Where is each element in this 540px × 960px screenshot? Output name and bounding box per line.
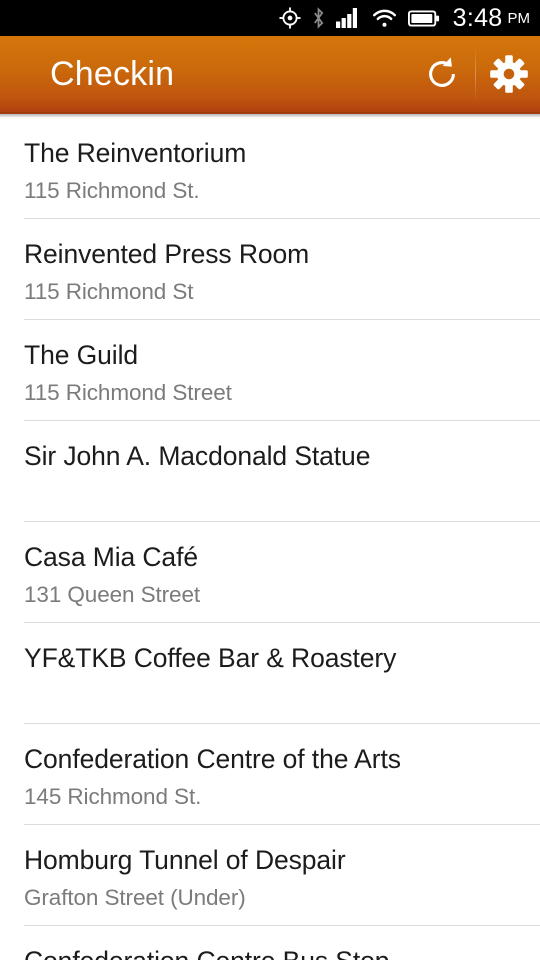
list-item-subtitle bbox=[24, 685, 526, 707]
list-item-subtitle: Grafton Street (Under) bbox=[24, 884, 246, 910]
refresh-button[interactable] bbox=[411, 35, 473, 113]
list-item-title: Confederation Centre Bus Stop bbox=[24, 948, 526, 960]
status-bar-icons bbox=[279, 7, 440, 29]
cellular-signal-icon bbox=[335, 8, 357, 28]
list-item-subtitle: 115 Richmond Street bbox=[24, 379, 232, 405]
refresh-icon bbox=[429, 57, 455, 87]
app-bar: Checkin bbox=[0, 36, 540, 114]
list-item-title: Sir John A. Macdonald Statue bbox=[24, 441, 371, 471]
list-item[interactable]: The Guild 115 Richmond Street bbox=[0, 320, 540, 421]
list-item-title: The Reinventorium bbox=[24, 138, 247, 168]
settings-button[interactable] bbox=[478, 35, 540, 113]
list-item-title: Homburg Tunnel of Despair bbox=[24, 845, 346, 875]
list-item-subtitle: 131 Queen Street bbox=[24, 581, 201, 607]
status-bar-time: 3:48 bbox=[452, 3, 503, 32]
list-item[interactable]: YF&TKB Coffee Bar & Roastery bbox=[0, 623, 540, 724]
battery-icon bbox=[407, 10, 439, 26]
status-bar: 3:48 PM bbox=[0, 0, 540, 36]
list-item-title: Reinvented Press Room bbox=[24, 239, 310, 269]
page-title: Checkin bbox=[50, 55, 175, 93]
list-item[interactable]: Sir John A. Macdonald Statue bbox=[0, 421, 540, 522]
list-item[interactable]: Homburg Tunnel of Despair Grafton Street… bbox=[0, 825, 540, 926]
list-item[interactable]: Casa Mia Café 131 Queen Street bbox=[0, 522, 540, 623]
list-item-title: YF&TKB Coffee Bar & Roastery bbox=[24, 643, 397, 673]
action-divider bbox=[475, 48, 476, 100]
list-item[interactable]: Confederation Centre of the Arts 145 Ric… bbox=[0, 724, 540, 825]
list-item-subtitle: 145 Richmond St. bbox=[24, 783, 202, 809]
list-item-subtitle: 115 Richmond St. bbox=[24, 177, 200, 203]
checkin-list[interactable]: The Reinventorium 115 Richmond St. Reinv… bbox=[0, 118, 540, 960]
app-bar-actions bbox=[411, 36, 540, 112]
list-item-title: Casa Mia Café bbox=[24, 542, 198, 572]
list-item-title: The Guild bbox=[24, 340, 138, 370]
gps-icon bbox=[279, 7, 301, 29]
list-item-subtitle: 115 Richmond St bbox=[24, 278, 194, 304]
list-item[interactable]: Confederation Centre Bus Stop bbox=[0, 926, 540, 960]
bluetooth-icon bbox=[313, 7, 323, 29]
wifi-icon bbox=[372, 9, 396, 27]
list-item[interactable]: The Reinventorium 115 Richmond St. bbox=[0, 118, 540, 219]
list-item[interactable]: Reinvented Press Room 115 Richmond St bbox=[0, 219, 540, 320]
list-item-title: Confederation Centre of the Arts bbox=[24, 744, 401, 774]
app-root: 3:48 PM Checkin The Reinventorium 115 Ri… bbox=[0, 0, 540, 960]
list-item-subtitle bbox=[24, 483, 526, 505]
status-bar-ampm: PM bbox=[507, 9, 531, 27]
gear-icon bbox=[490, 55, 528, 93]
